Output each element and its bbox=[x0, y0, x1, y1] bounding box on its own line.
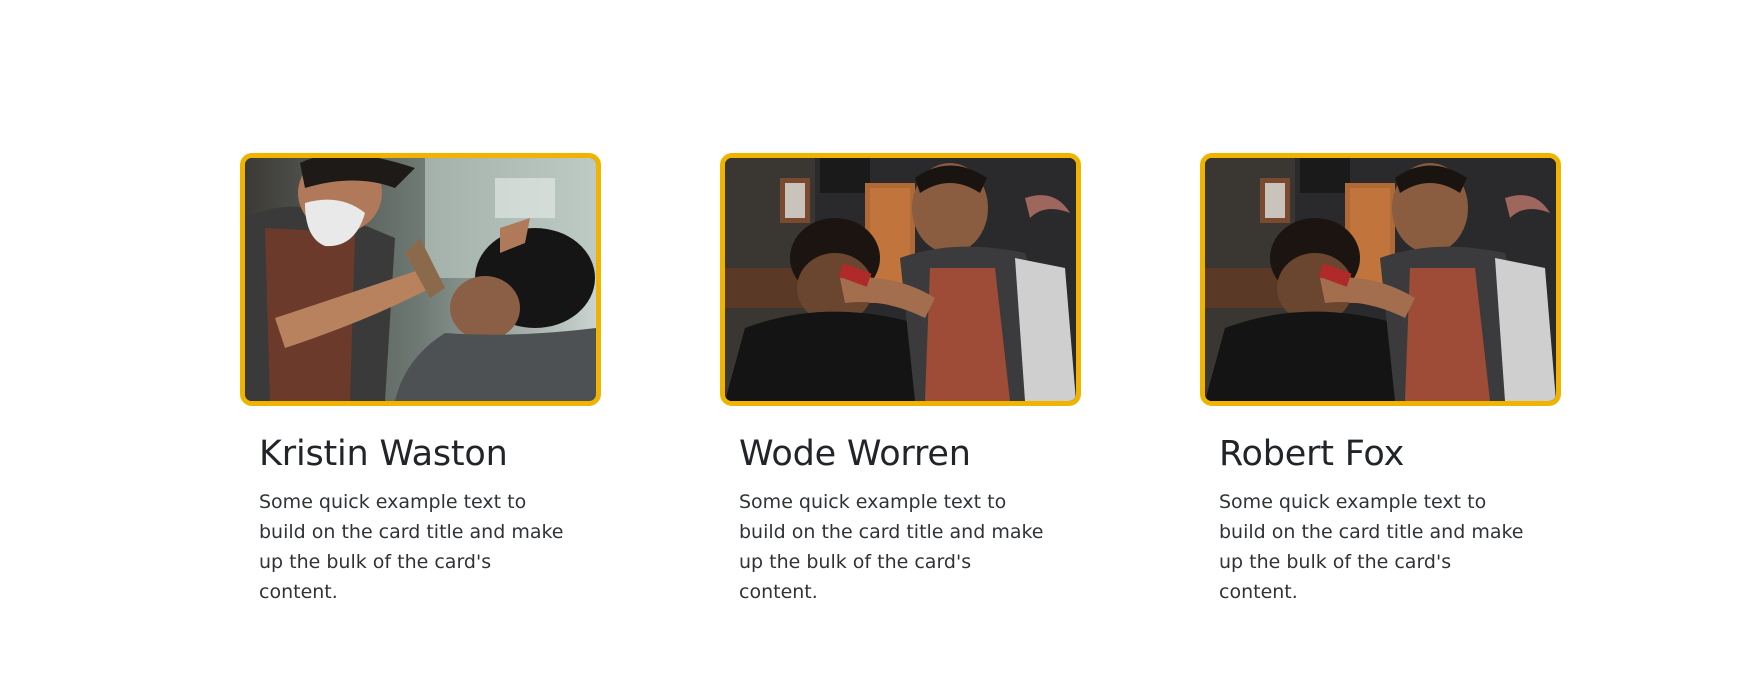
card-text: Some quick example text to build on the … bbox=[259, 491, 564, 603]
team-cards-section: Kristin Waston Some quick example text t… bbox=[0, 0, 1740, 697]
card-image-barber-trimming bbox=[1200, 153, 1561, 406]
card-title: Kristin Waston bbox=[259, 434, 508, 474]
team-card: Kristin Waston Some quick example text t… bbox=[240, 153, 601, 607]
team-card: Wode Worren Some quick example text to b… bbox=[720, 153, 1081, 607]
barber-trimming-photo bbox=[1205, 158, 1556, 401]
card-image-barber-shaving bbox=[240, 153, 601, 406]
card-title: Wode Worren bbox=[739, 434, 971, 474]
team-card: Robert Fox Some quick example text to bu… bbox=[1200, 153, 1561, 607]
card-text: Some quick example text to build on the … bbox=[739, 491, 1044, 603]
card-text: Some quick example text to build on the … bbox=[1219, 491, 1524, 603]
card-image-barber-trimming bbox=[720, 153, 1081, 406]
card-title: Robert Fox bbox=[1219, 434, 1405, 474]
barber-trimming-photo bbox=[725, 158, 1076, 401]
barber-shaving-photo bbox=[245, 158, 596, 401]
